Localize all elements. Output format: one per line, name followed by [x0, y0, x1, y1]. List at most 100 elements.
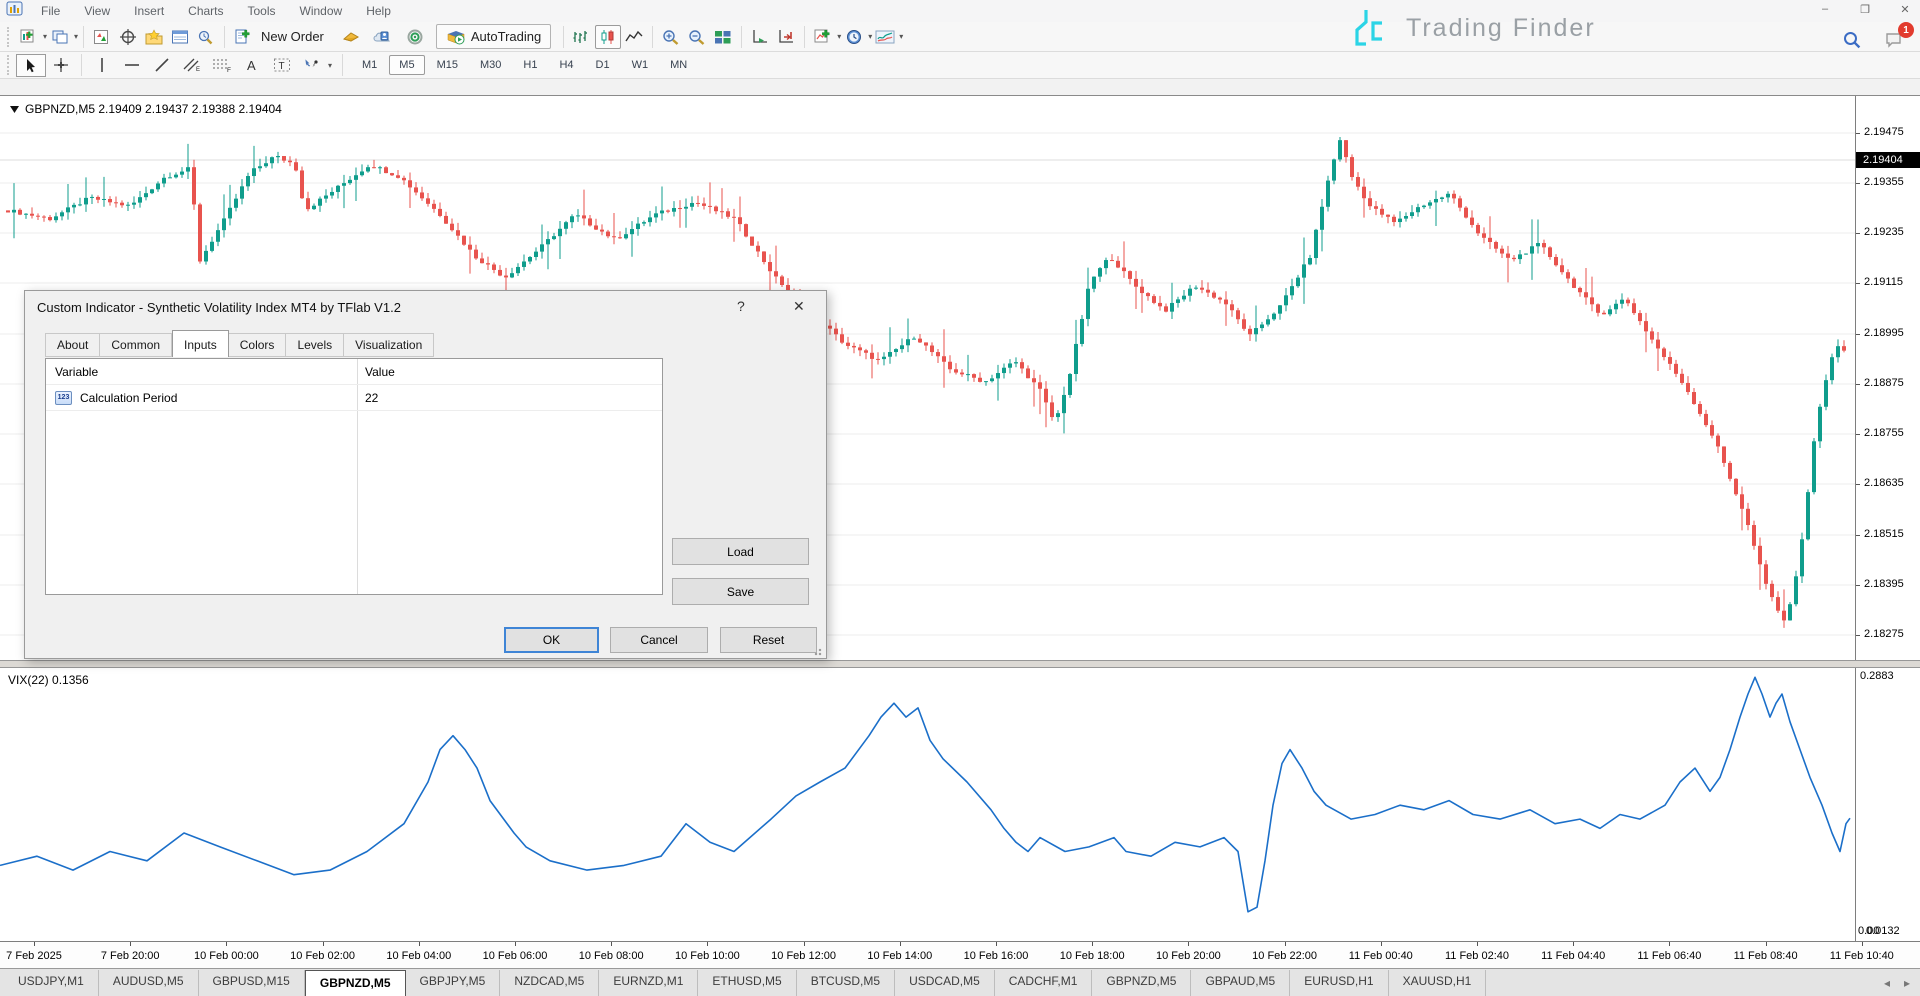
dialog-tab-inputs[interactable]: Inputs: [172, 330, 229, 357]
crosshair-tool[interactable]: [46, 54, 76, 77]
text-tool[interactable]: A: [237, 54, 267, 77]
price-axis[interactable]: 2.194752.193552.192352.191152.189952.188…: [1855, 96, 1920, 941]
new-chart-button[interactable]: [16, 25, 42, 49]
zoom-out-button[interactable]: [684, 25, 710, 49]
vertical-line-tool[interactable]: [87, 54, 117, 77]
load-button[interactable]: Load: [672, 538, 809, 565]
menu-window[interactable]: Window: [288, 2, 355, 20]
strategy-tester-button[interactable]: [193, 25, 219, 49]
chart-tab-xauusd-h1[interactable]: XAUUSD,H1: [1389, 970, 1487, 996]
new-order-button[interactable]: [230, 25, 256, 49]
table-row[interactable]: 123 Calculation Period 22: [46, 385, 662, 410]
chart-tab-ethusd-m5[interactable]: ETHUSD,M5: [698, 970, 796, 996]
chart-tab-gbpnzd-m5[interactable]: GBPNZD,M5: [305, 970, 406, 996]
trendline-tool[interactable]: [147, 54, 177, 77]
notifications-icon[interactable]: 1: [1884, 30, 1906, 55]
dialog-tab-common[interactable]: Common: [100, 333, 172, 357]
tile-windows-button[interactable]: [710, 25, 736, 49]
save-button[interactable]: Save: [672, 578, 809, 605]
line-chart-button[interactable]: [621, 25, 647, 49]
text-label-tool[interactable]: T: [267, 54, 297, 77]
chart-tab-btcusd-m5[interactable]: BTCUSD,M5: [797, 970, 895, 996]
cursor-tool[interactable]: [16, 54, 46, 77]
arrows-tool[interactable]: [297, 54, 327, 77]
market-watch-button[interactable]: [89, 25, 115, 49]
chart-tab-gbpaud-m5[interactable]: GBPAUD,M5: [1191, 970, 1290, 996]
zoom-in-button[interactable]: [658, 25, 684, 49]
tabs-scroll-left-icon[interactable]: ◂: [1884, 976, 1890, 990]
menu-help[interactable]: Help: [354, 2, 403, 20]
menu-file[interactable]: File: [29, 2, 72, 20]
profiles-button[interactable]: [47, 25, 73, 49]
timeframe-w1[interactable]: W1: [622, 55, 659, 75]
reset-button[interactable]: Reset: [720, 627, 817, 653]
candlestick-chart-button[interactable]: [595, 25, 621, 49]
toolbar-grip[interactable]: [7, 55, 13, 75]
mql5-community-button[interactable]: [370, 25, 396, 49]
menu-insert[interactable]: Insert: [122, 2, 176, 20]
chevron-down-icon[interactable]: ▾: [899, 32, 903, 41]
cancel-button[interactable]: Cancel: [610, 627, 708, 653]
indicators-button[interactable]: [810, 25, 836, 49]
close-button[interactable]: ✕: [1898, 3, 1912, 16]
chart-tab-usdcad-m5[interactable]: USDCAD,M5: [895, 970, 995, 996]
timeframe-h1[interactable]: H1: [513, 55, 547, 75]
menu-tools[interactable]: Tools: [236, 2, 288, 20]
timeframe-h4[interactable]: H4: [549, 55, 583, 75]
menu-charts[interactable]: Charts: [176, 2, 235, 20]
chevron-down-icon[interactable]: ▾: [74, 32, 78, 41]
horizontal-line-tool[interactable]: [117, 54, 147, 77]
market-button[interactable]: [402, 25, 428, 49]
chevron-down-icon[interactable]: ▾: [328, 61, 332, 70]
timeframe-m1[interactable]: M1: [352, 55, 387, 75]
minimize-button[interactable]: –: [1818, 3, 1832, 16]
timeframe-d1[interactable]: D1: [586, 55, 620, 75]
navigator-button[interactable]: [141, 25, 167, 49]
restore-button[interactable]: ❐: [1858, 3, 1872, 16]
app-icon: [6, 1, 23, 21]
ok-button[interactable]: OK: [504, 627, 599, 653]
chart-tab-usdjpy-m1[interactable]: USDJPY,M1: [4, 970, 99, 996]
window-menu-icon[interactable]: [10, 106, 19, 113]
dialog-tab-colors[interactable]: Colors: [229, 333, 287, 357]
chart-tab-gbpjpy-m5[interactable]: GBPJPY,M5: [406, 970, 501, 996]
menu-view[interactable]: View: [72, 2, 122, 20]
chart-tab-cadchf-m1[interactable]: CADCHF,M1: [995, 970, 1093, 996]
autotrading-toggle[interactable]: AutoTrading: [436, 24, 551, 49]
help-icon[interactable]: ?: [737, 298, 745, 314]
vix-indicator-chart[interactable]: [0, 668, 1855, 941]
toolbar-grip[interactable]: [7, 27, 13, 47]
chart-tab-gbpnzd-m5[interactable]: GBPNZD,M5: [1092, 970, 1191, 996]
chart-tab-gbpusd-m15[interactable]: GBPUSD,M15: [199, 970, 305, 996]
templates-button[interactable]: [872, 25, 898, 49]
inputs-table[interactable]: Variable Value 123 Calculation Period 22: [45, 358, 663, 595]
timeframe-mn[interactable]: MN: [660, 55, 697, 75]
resize-grip[interactable]: [814, 646, 824, 656]
variable-value[interactable]: 22: [365, 391, 378, 405]
close-icon[interactable]: ✕: [793, 298, 805, 315]
fibonacci-tool[interactable]: F: [207, 54, 237, 77]
data-window-button[interactable]: [115, 25, 141, 49]
dialog-tab-about[interactable]: About: [45, 333, 100, 357]
timeframe-m5[interactable]: M5: [389, 55, 424, 75]
periods-button[interactable]: [841, 25, 867, 49]
chart-tab-nzdcad-m5[interactable]: NZDCAD,M5: [500, 970, 599, 996]
metaeditor-button[interactable]: [338, 25, 364, 49]
tabs-scroll-right-icon[interactable]: ▸: [1904, 976, 1910, 990]
timeframe-m15[interactable]: M15: [427, 55, 468, 75]
bar-chart-button[interactable]: [569, 25, 595, 49]
chart-tab-audusd-m5[interactable]: AUDUSD,M5: [99, 970, 199, 996]
pane-separator[interactable]: [0, 660, 1920, 668]
chart-shift-button[interactable]: [773, 25, 799, 49]
chart-tab-eurusd-h1[interactable]: EURUSD,H1: [1290, 970, 1388, 996]
chart-tab-eurnzd-m1[interactable]: EURNZD,M1: [599, 970, 698, 996]
search-icon[interactable]: [1842, 30, 1862, 55]
timeframe-m30[interactable]: M30: [470, 55, 511, 75]
equidistant-channel-tool[interactable]: E: [177, 54, 207, 77]
dialog-tab-levels[interactable]: Levels: [286, 333, 344, 357]
terminal-button[interactable]: [167, 25, 193, 49]
new-order-label[interactable]: New Order: [261, 29, 324, 44]
auto-scroll-button[interactable]: [747, 25, 773, 49]
dialog-tab-visualization[interactable]: Visualization: [344, 333, 434, 357]
time-axis[interactable]: 7 Feb 20257 Feb 20:0010 Feb 00:0010 Feb …: [0, 941, 1920, 968]
